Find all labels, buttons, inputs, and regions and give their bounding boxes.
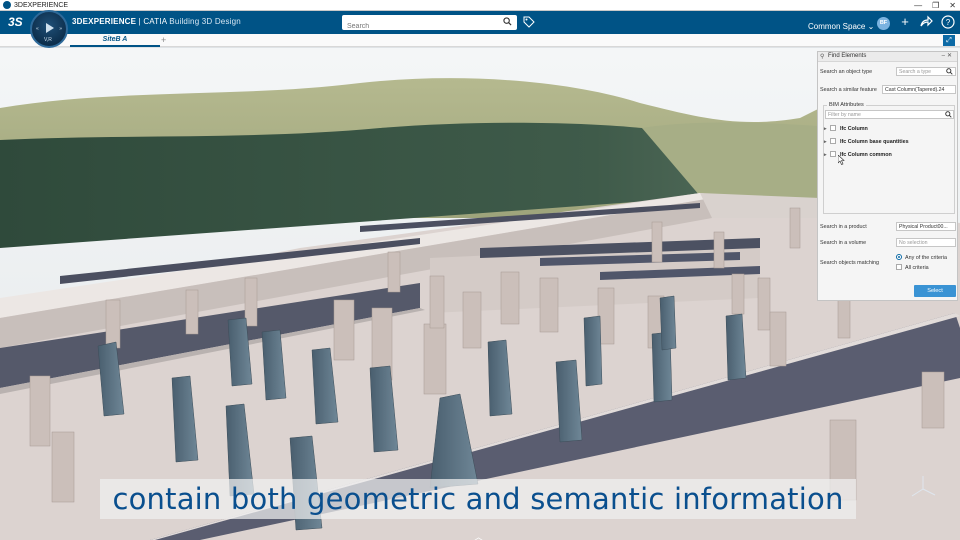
- compass-widget[interactable]: « » V,R: [30, 10, 68, 48]
- 3d-viewport[interactable]: [0, 48, 960, 540]
- mouse-cursor-icon: [838, 155, 845, 165]
- window-controls: — ❐ ✕: [914, 0, 956, 11]
- svg-text:?: ?: [946, 18, 951, 27]
- subtitle-caption: contain both geometric and semantic info…: [100, 479, 856, 519]
- panel-controls[interactable]: –✕: [942, 52, 954, 59]
- tag-icon[interactable]: [523, 16, 535, 28]
- bim-attributes-group: BIM Attributes Filter by name ▸ Ifc Colum…: [823, 102, 955, 214]
- compass-label: V,R: [44, 37, 52, 43]
- add-icon[interactable]: +: [898, 15, 912, 29]
- similar-feature-field[interactable]: Cast Column(Tapered).24: [882, 85, 956, 94]
- search-product-label: Search in a product: [820, 224, 867, 230]
- fullscreen-icon[interactable]: ⤢: [943, 35, 955, 46]
- tree-checkbox[interactable]: [830, 151, 836, 157]
- checkbox-all-criteria[interactable]: All criteria: [896, 264, 929, 271]
- os-app-name: 3DEXPERIENCE: [14, 1, 69, 9]
- axis-triad-icon: [911, 476, 936, 497]
- os-title-bar: 3DEXPERIENCE — ❐ ✕: [0, 0, 960, 11]
- tree-item-ifc-column-common[interactable]: ▸ Ifc Column common: [824, 151, 892, 158]
- tab-bar: SiteB A +: [0, 34, 960, 47]
- panel-title: Find Elements: [828, 53, 867, 59]
- space-selector[interactable]: Common Space ⌄: [808, 22, 874, 31]
- similar-feature-label: Search a similar feature: [820, 87, 877, 93]
- radio-any-criteria[interactable]: Any of the criteria: [896, 254, 947, 261]
- minimize-icon[interactable]: —: [914, 0, 922, 11]
- user-avatar[interactable]: BF: [877, 17, 890, 30]
- radio-selected-icon: [896, 254, 902, 260]
- matching-label: Search objects matching: [820, 260, 880, 266]
- search-volume-label: Search in a volume: [820, 240, 867, 246]
- share-icon[interactable]: [919, 15, 933, 29]
- panel-icon: ⚲: [820, 54, 825, 60]
- play-icon[interactable]: [46, 23, 54, 33]
- brand-title: 3DEXPERIENCE | CATIA Building 3D Design: [72, 17, 241, 26]
- object-type-search-icon[interactable]: [946, 68, 953, 75]
- tree-checkbox[interactable]: [830, 138, 836, 144]
- bim-attributes-title: BIM Attributes: [827, 102, 866, 108]
- close-icon[interactable]: ✕: [949, 0, 956, 11]
- search-bar[interactable]: [342, 15, 517, 34]
- caption-text: contain both geometric and semantic info…: [112, 482, 844, 516]
- search-product-field[interactable]: Physical Product00...: [896, 222, 956, 231]
- tree-item-ifc-column-base-quantities[interactable]: ▸ Ifc Column base quantities: [824, 138, 909, 145]
- search-volume-field[interactable]: No selection: [896, 238, 956, 247]
- panel-title-bar: ⚲ Find Elements –✕: [818, 52, 957, 62]
- search-input[interactable]: [342, 19, 492, 34]
- select-button[interactable]: Select: [914, 285, 956, 297]
- app-header: 3S 3DEXPERIENCE | CATIA Building 3D Desi…: [0, 11, 960, 34]
- chevron-up-icon[interactable]: ︿: [474, 530, 483, 540]
- tree-checkbox[interactable]: [830, 125, 836, 131]
- tab-siteb-a[interactable]: SiteB A: [70, 34, 160, 47]
- tree-item-ifc-column[interactable]: ▸ Ifc Column: [824, 125, 868, 132]
- checkbox-icon: [896, 264, 902, 270]
- ds-logo-icon[interactable]: 3S: [8, 15, 23, 29]
- search-icon[interactable]: [503, 17, 512, 26]
- scene-render: [0, 48, 960, 540]
- app-icon: [3, 1, 11, 9]
- find-elements-panel: ⚲ Find Elements –✕ Search an object type…: [817, 51, 958, 301]
- help-icon[interactable]: ?: [941, 15, 955, 29]
- maximize-icon[interactable]: ❐: [932, 0, 939, 11]
- filter-search-icon[interactable]: [945, 111, 952, 118]
- filter-field[interactable]: Filter by name: [825, 110, 954, 119]
- object-type-label: Search an object type: [820, 69, 873, 75]
- add-tab-icon[interactable]: +: [161, 34, 166, 46]
